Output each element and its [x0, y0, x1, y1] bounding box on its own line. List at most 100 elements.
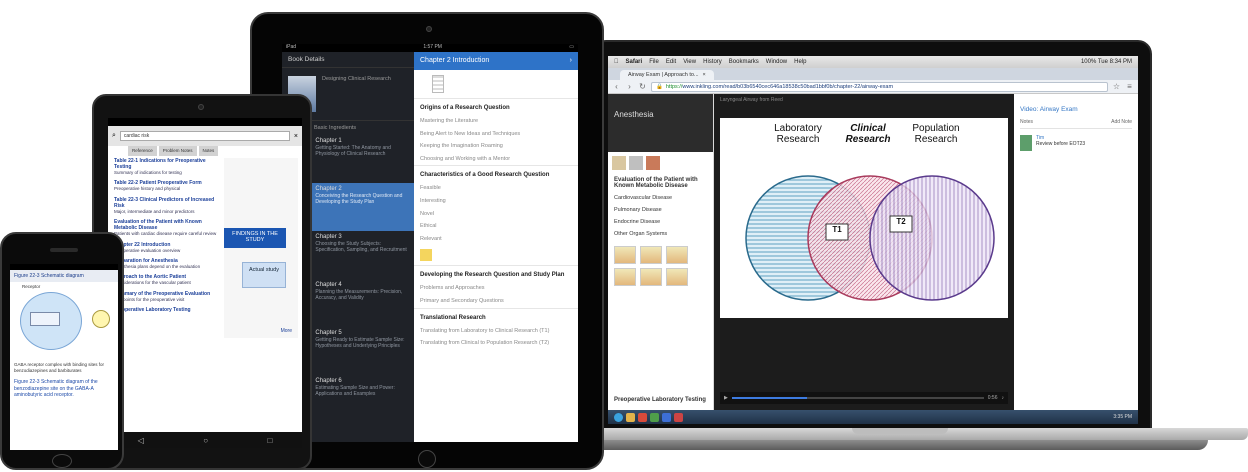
chapter-title: Chapter 2: [315, 186, 342, 192]
chevron-right-icon[interactable]: ›: [570, 57, 572, 65]
menu-item-view[interactable]: View: [683, 59, 696, 65]
toc-link[interactable]: Primary and Secondary Questions: [414, 295, 578, 308]
url-field[interactable]: 🔒 https:// www.inkling.com/read/b03b6540…: [651, 81, 1108, 92]
toc-link[interactable]: Problems and Approaches: [414, 282, 578, 295]
menu-item-safari[interactable]: Safari: [626, 59, 643, 65]
toc-link[interactable]: Interesting: [414, 195, 578, 208]
address-bar-row: ‹ › ↻ 🔒 https:// www.inkling.com/read/b0…: [608, 80, 1138, 94]
play-icon[interactable]: ▶: [724, 395, 728, 401]
apple-icon[interactable]: : [614, 59, 619, 65]
menu-item-history[interactable]: History: [703, 59, 722, 65]
toc-link[interactable]: Being Alert to New Ideas and Techniques: [414, 128, 578, 141]
search-input[interactable]: cardiac risk: [119, 131, 290, 141]
book-details-header: Book Details: [282, 52, 414, 68]
back-icon[interactable]: ‹: [612, 82, 621, 91]
figure-thumb[interactable]: [666, 246, 688, 264]
toc-link[interactable]: Relevant: [414, 233, 578, 246]
menu-item-edit[interactable]: Edit: [666, 59, 676, 65]
search-result[interactable]: Evaluation of the Patient with Known Met…: [114, 219, 222, 236]
tab-problem-notes[interactable]: Problem Notes: [158, 146, 197, 156]
sticky-note-icon[interactable]: [420, 249, 432, 262]
search-result[interactable]: Chapter 22 Introduction Preoperative eval…: [114, 242, 222, 253]
media-thumbs: [608, 152, 713, 174]
home-button[interactable]: [52, 454, 72, 468]
browser-tab[interactable]: Airway Exam | Approach to... ×: [620, 70, 714, 80]
toc-item[interactable]: Preoperative Laboratory Testing: [608, 394, 712, 406]
toc-link[interactable]: Mastering the Literature: [414, 115, 578, 128]
menubar-status: 100% Tue 8:34 PM: [1080, 59, 1132, 65]
figure-header[interactable]: Figure 22-3 Schematic diagram: [10, 270, 118, 282]
search-result[interactable]: Table 22-2 Patient Preoperative Form Preo…: [114, 180, 222, 191]
star-icon[interactable]: ☆: [1112, 82, 1121, 91]
search-result[interactable]: Preparation for Anesthesia Anesthesia pla…: [114, 258, 222, 269]
chapter-header[interactable]: Chapter 2 Introduction ›: [414, 52, 578, 70]
search-result[interactable]: Table 22-3 Clinical Predictors of Increa…: [114, 197, 222, 214]
back-icon[interactable]: ◁: [138, 436, 144, 445]
chapter-description: Estimating Sample Size and Power: Applic…: [315, 385, 395, 397]
toc-link[interactable]: Choosing and Working with a Mentor: [414, 153, 578, 166]
toc-section-heading[interactable]: Origins of a Research Question: [414, 98, 578, 115]
result-snippet: Key points for the preoperative visit: [114, 296, 185, 302]
chapter-description: Planning the Measurements: Precision, Ac…: [315, 289, 403, 301]
menu-item-file[interactable]: File: [649, 59, 659, 65]
thumbnail[interactable]: [646, 156, 660, 170]
toc-link[interactable]: Novel: [414, 208, 578, 221]
search-result[interactable]: Summary of the Preoperative Evaluation Ke…: [114, 291, 222, 302]
tab-reference[interactable]: Reference: [128, 146, 157, 156]
toc-item[interactable]: Pulmonary Disease: [608, 204, 713, 216]
video-link[interactable]: Video: Airway Exam: [1020, 106, 1132, 113]
toc-section-heading[interactable]: Translational Research: [414, 307, 578, 325]
search-result[interactable]: Table 22-1 Indications for Preoperative …: [114, 158, 222, 175]
thumbnail[interactable]: [612, 156, 626, 170]
close-icon[interactable]: ×: [703, 72, 706, 78]
thumbnail[interactable]: [629, 156, 643, 170]
sidebar-header: Anesthesia: [608, 94, 713, 152]
search-icon[interactable]: ⌕: [112, 132, 116, 140]
add-note-button[interactable]: Add Note: [1111, 119, 1132, 125]
figure-thumb[interactable]: [666, 268, 688, 286]
menu-item-window[interactable]: Window: [766, 59, 787, 65]
search-result[interactable]: Approach to the Aortic Patient Considerat…: [114, 274, 222, 285]
result-tabs: Reference Problem Notes Notes: [108, 146, 302, 156]
toc-link[interactable]: Feasible: [414, 182, 578, 195]
venn-diagram: [745, 175, 995, 301]
volume-icon[interactable]: ♪: [1002, 395, 1005, 401]
home-icon[interactable]: ○: [203, 436, 208, 445]
status-time: 1:57 PM: [423, 44, 442, 50]
more-link[interactable]: More: [281, 328, 292, 334]
figure-thumb[interactable]: [640, 268, 662, 286]
reload-icon[interactable]: ↻: [638, 82, 647, 91]
diagram-label: Receptor: [22, 284, 41, 289]
close-icon[interactable]: ×: [294, 133, 298, 140]
figure-thumb[interactable]: [614, 246, 636, 264]
toc-section-heading[interactable]: Characteristics of a Good Research Quest…: [414, 165, 578, 182]
toc-item[interactable]: Endocrine Disease: [608, 216, 713, 228]
tab-notes[interactable]: Notes: [198, 146, 219, 156]
recents-icon[interactable]: □: [267, 436, 272, 445]
toc-section-heading[interactable]: Developing the Research Question and Stu…: [414, 265, 578, 282]
result-title: Table 22-3 Clinical Predictors of Increa…: [114, 196, 215, 209]
toc-link[interactable]: Translating from Laboratory to Clinical …: [414, 325, 578, 338]
mac-menubar:  Safari File Edit View History Bookmark…: [608, 56, 1138, 68]
video-progress[interactable]: [731, 397, 984, 399]
search-result[interactable]: Preoperative Laboratory Testing: [114, 307, 222, 313]
figure-thumb[interactable]: [614, 268, 636, 286]
note-item[interactable]: Tim Review before EOT23: [1020, 135, 1132, 151]
toc-link[interactable]: Ethical: [414, 220, 578, 233]
chapter-description: Getting Ready to Estimate Sample Size: H…: [315, 337, 405, 349]
toc-link[interactable]: Translating from Clinical to Population …: [414, 337, 578, 350]
result-snippet: Summary of indications for testing: [114, 170, 182, 175]
search-results: Table 22-1 Indications for Preoperative …: [114, 158, 222, 318]
menu-item-help[interactable]: Help: [794, 59, 806, 65]
toc-item[interactable]: Other Organ Systems: [608, 228, 713, 240]
chapter-title: Chapter 6: [315, 378, 342, 384]
toc-link[interactable]: Keeping the Imagination Roaming: [414, 140, 578, 153]
toc-item[interactable]: Evaluation of the Patient with Known Met…: [608, 174, 713, 192]
result-snippet: Considerations for the vascular patient: [114, 280, 191, 286]
menu-item-bookmarks[interactable]: Bookmarks: [729, 59, 759, 65]
menu-icon[interactable]: ≡: [1125, 82, 1134, 91]
figure-thumb[interactable]: [640, 246, 662, 264]
forward-icon[interactable]: ›: [625, 82, 634, 91]
home-button[interactable]: [418, 450, 436, 468]
toc-item[interactable]: Cardiovascular Disease: [608, 192, 713, 204]
